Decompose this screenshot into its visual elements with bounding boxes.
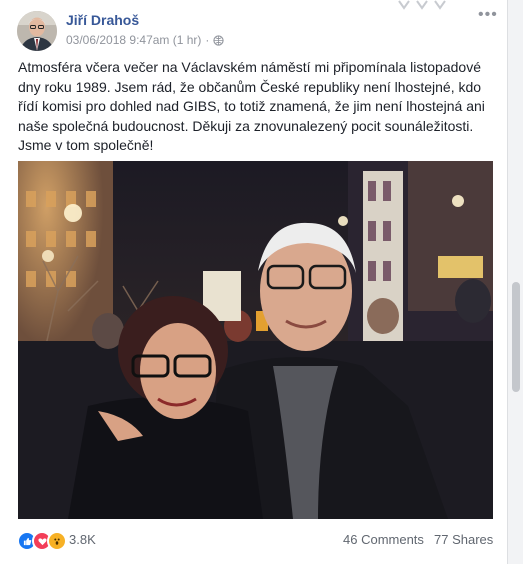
post-photo[interactable] xyxy=(18,161,493,519)
post-meta: 03/06/2018 9:47am (1 hr) · xyxy=(66,33,225,47)
avatar[interactable] xyxy=(17,11,57,51)
scrollbar-thumb[interactable] xyxy=(512,282,520,392)
author-name[interactable]: Jiří Drahoš xyxy=(66,12,139,28)
separator: · xyxy=(205,33,210,47)
arrow-icon xyxy=(434,0,446,10)
wow-icon xyxy=(47,531,67,551)
avatar-photo xyxy=(17,11,57,51)
more-horizontal-icon[interactable]: ••• xyxy=(478,7,498,23)
top-cut-icons xyxy=(398,0,446,10)
photo-scene xyxy=(18,161,493,519)
arrow-icon xyxy=(398,0,410,10)
post-text: Atmosféra včera večer na Václavském námě… xyxy=(18,59,485,153)
comments-count-link[interactable]: 46 Comments xyxy=(343,532,424,547)
reaction-icons[interactable] xyxy=(17,531,67,551)
post-timestamp[interactable]: 03/06/2018 9:47am (1 hr) xyxy=(66,33,201,47)
globe-icon xyxy=(213,34,225,46)
arrow-icon xyxy=(416,0,428,10)
shares-count-link[interactable]: 77 Shares xyxy=(434,532,493,547)
reactions-count[interactable]: 3.8K xyxy=(69,532,96,547)
